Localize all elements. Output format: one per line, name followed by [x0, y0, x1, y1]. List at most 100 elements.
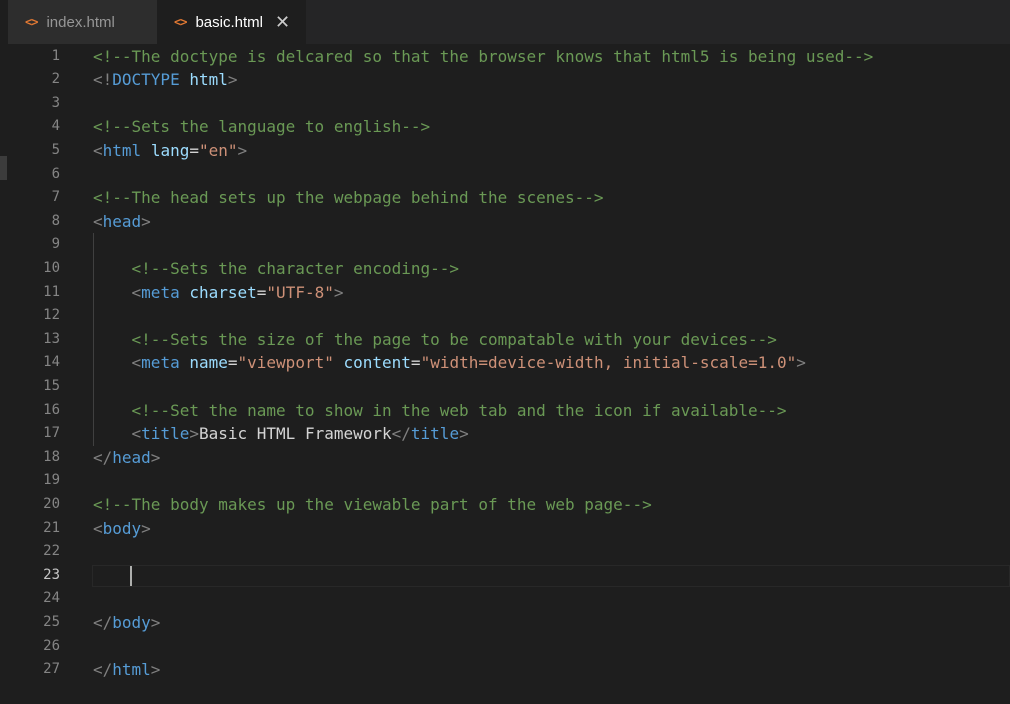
- code-token: >: [333, 282, 344, 302]
- code-line[interactable]: <title>Basic HTML Framework</title>: [93, 422, 469, 446]
- text-cursor: [130, 565, 132, 586]
- code-token: "width=device-width, initial-scale=1.0": [420, 353, 797, 373]
- line-number: 15: [43, 377, 60, 394]
- line-number: 19: [43, 472, 60, 489]
- line-number: 13: [43, 330, 60, 347]
- code-line[interactable]: <body>: [93, 517, 151, 541]
- line-number: 10: [43, 259, 60, 276]
- code-token: "en": [198, 140, 238, 160]
- line-number: 8: [51, 212, 60, 229]
- code-line[interactable]: <meta name="viewport" content="width=dev…: [93, 351, 806, 375]
- tab-basic-html[interactable]: <> basic.html ✕: [157, 0, 307, 44]
- code-token: >: [227, 70, 238, 90]
- tab-label: basic.html: [195, 13, 263, 31]
- html-file-icon: <>: [25, 15, 38, 29]
- tab-label: index.html: [46, 13, 115, 31]
- code-token: >: [237, 140, 248, 160]
- tab-index-html[interactable]: <> index.html: [8, 0, 157, 44]
- code-token: <: [93, 211, 103, 231]
- code-line[interactable]: <!--The head sets up the webpage behind …: [93, 186, 604, 210]
- line-number: 9: [51, 236, 60, 253]
- code-line[interactable]: <!--Sets the character encoding-->: [93, 257, 460, 281]
- code-token: <: [131, 424, 142, 444]
- code-token: title: [410, 424, 460, 444]
- code-line[interactable]: <!--Sets the language to english-->: [93, 115, 430, 139]
- close-icon[interactable]: ✕: [275, 13, 290, 31]
- code-token: >: [141, 518, 151, 538]
- code-line[interactable]: </head>: [93, 446, 160, 470]
- code-token: </: [93, 660, 113, 680]
- line-number: 22: [43, 543, 60, 560]
- line-number: 7: [51, 189, 60, 206]
- code-token: body: [102, 518, 142, 538]
- code-token: >: [150, 612, 161, 632]
- code-token: DOCTYPE: [112, 70, 180, 90]
- code-line[interactable]: <meta charset="UTF-8">: [93, 281, 344, 305]
- line-number: 6: [51, 165, 60, 182]
- line-number: 4: [51, 118, 60, 135]
- current-line-highlight: [92, 564, 1010, 587]
- code-token: >: [189, 424, 199, 444]
- code-token: <: [131, 282, 142, 302]
- code-token: body: [112, 612, 151, 632]
- code-token: Basic HTML Framework: [198, 424, 392, 444]
- code-token: html: [189, 70, 228, 90]
- code-token: =: [189, 140, 199, 160]
- code-token: </: [93, 447, 113, 467]
- line-number: 24: [43, 590, 60, 607]
- code-token: <!--Sets the size of the page to be comp…: [131, 329, 777, 349]
- line-number: 20: [43, 495, 60, 512]
- code-token: meta: [141, 353, 180, 373]
- line-number: 17: [43, 425, 60, 442]
- code-token: =: [227, 353, 238, 373]
- code-token: "viewport": [237, 353, 334, 373]
- line-number: 16: [43, 401, 60, 418]
- line-number: 1: [51, 47, 60, 64]
- code-token: </: [93, 612, 113, 632]
- code-line[interactable]: <head>: [93, 210, 151, 234]
- code-token: head: [102, 211, 142, 231]
- code-token: <!--The doctype is delcared so that the …: [93, 46, 874, 66]
- code-editor-window: <> index.html <> basic.html ✕ 1 <!--The d…: [0, 0, 1010, 704]
- code-line[interactable]: <!--Set the name to show in the web tab …: [93, 399, 787, 423]
- line-number: 23: [43, 566, 60, 583]
- code-token: head: [112, 447, 151, 467]
- tab-bar: <> index.html <> basic.html ✕: [0, 0, 1010, 45]
- code-token: html: [112, 660, 151, 680]
- code-token: <!--The head sets up the webpage behind …: [93, 188, 604, 208]
- line-number: 12: [43, 307, 60, 324]
- line-number: 14: [43, 354, 60, 371]
- line-number: 3: [51, 94, 60, 111]
- code-token: title: [141, 424, 190, 444]
- html-file-icon: <>: [174, 15, 187, 29]
- code-token: <: [131, 353, 142, 373]
- code-line[interactable]: </html>: [93, 658, 160, 682]
- editor-area[interactable]: 1 <!--The doctype is delcared so that the…: [0, 44, 1010, 704]
- line-number: 2: [51, 71, 60, 88]
- code-token: <!--Sets the language to english-->: [93, 117, 431, 137]
- code-line[interactable]: <!--The body makes up the viewable part …: [93, 493, 652, 517]
- code-token: </: [391, 424, 411, 444]
- code-token: <!--The body makes up the viewable part …: [93, 494, 652, 514]
- line-number: 27: [43, 661, 60, 678]
- code-line[interactable]: <!--Sets the size of the page to be comp…: [93, 328, 777, 352]
- code-token: >: [459, 424, 469, 444]
- line-number: 18: [43, 448, 60, 465]
- line-number: 25: [43, 613, 60, 630]
- code-line[interactable]: <html lang="en">: [93, 139, 247, 163]
- code-token: >: [150, 660, 161, 680]
- code-token: content: [343, 353, 411, 373]
- code-line[interactable]: <!DOCTYPE html>: [93, 68, 238, 92]
- code-token: >: [796, 353, 806, 373]
- code-token: <: [93, 140, 103, 160]
- code-line[interactable]: </body>: [93, 611, 160, 635]
- code-line[interactable]: <!--The doctype is delcared so that the …: [93, 45, 873, 69]
- code-token: html: [102, 140, 142, 160]
